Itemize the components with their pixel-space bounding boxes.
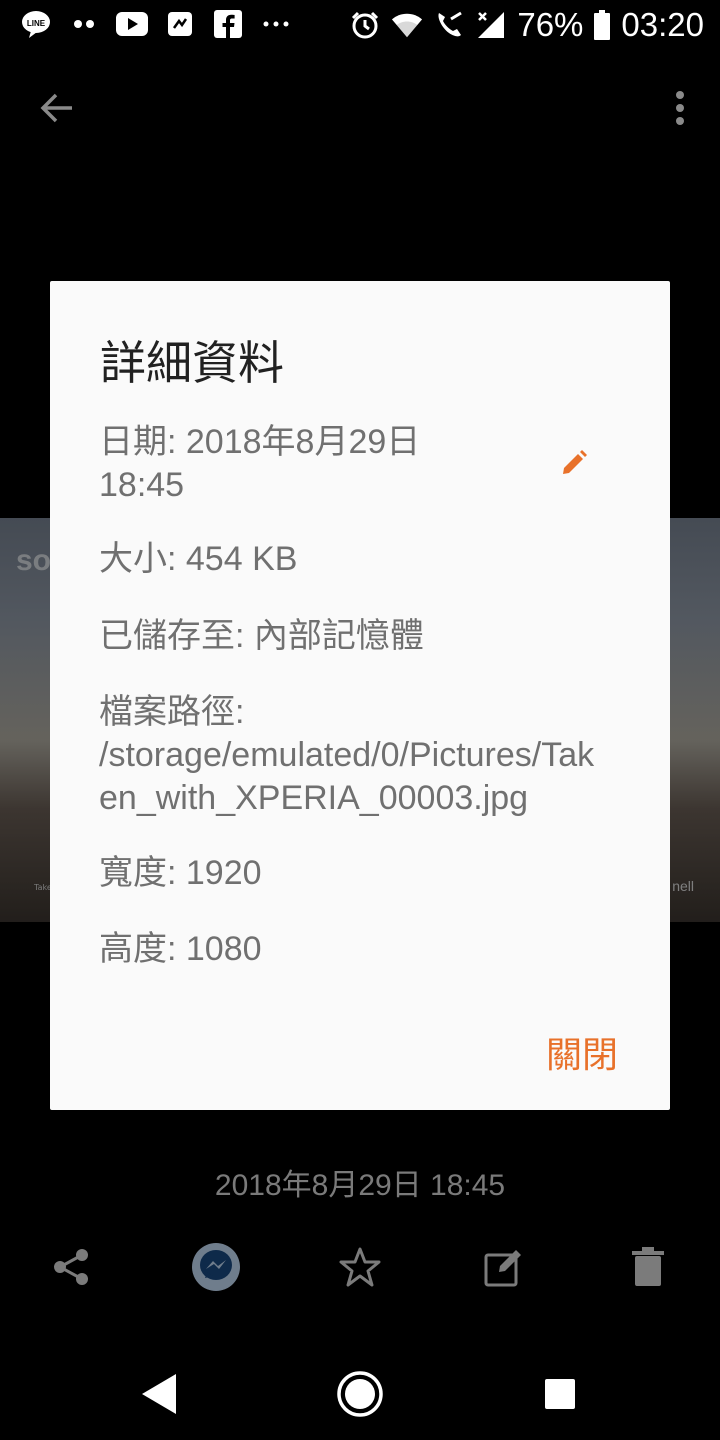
- delete-button[interactable]: [615, 1234, 681, 1300]
- height-detail: 高度: 1080: [99, 930, 262, 968]
- photo-credit: nell: [672, 878, 694, 894]
- photo-date: 2018年8月29日 18:45: [214, 1169, 506, 1202]
- share-icon: [54, 1249, 88, 1285]
- pencil-icon: [563, 450, 587, 474]
- messenger-icon: [192, 1243, 240, 1291]
- width-detail: 寬度: 1920: [99, 854, 262, 892]
- messenger-status-icon: [164, 8, 196, 40]
- date-detail: 日期: 2018年8月29日 18:45: [99, 421, 619, 507]
- back-nav-icon: [142, 1374, 176, 1414]
- size-detail: 大小: 454 KB: [99, 540, 298, 578]
- more-vert-icon: [676, 91, 684, 125]
- wifi-icon: [391, 9, 423, 41]
- recents-nav-icon: [545, 1379, 575, 1409]
- messenger-share-button[interactable]: [183, 1234, 249, 1300]
- photo-overlay-text: so: [16, 544, 52, 577]
- favorite-button[interactable]: [327, 1234, 393, 1300]
- saved-to-detail: 已儲存至: 內部記憶體: [99, 617, 424, 655]
- dots-icon: [68, 8, 100, 40]
- edit-button[interactable]: [471, 1234, 537, 1300]
- home-nav-icon: [337, 1371, 383, 1417]
- date-line-1: 日期: 2018年8月29日: [99, 423, 421, 461]
- delete-icon: [632, 1247, 664, 1286]
- clock: 03:20: [621, 6, 704, 43]
- date-line-2: 18:45: [99, 466, 185, 504]
- line-icon: LINE: [20, 8, 52, 40]
- dialog-title: 詳細資料: [100, 336, 284, 390]
- more-notifications-icon: [260, 8, 292, 40]
- edit-date-button[interactable]: [557, 446, 591, 480]
- nav-home-button[interactable]: [332, 1366, 388, 1422]
- file-path-detail: 檔案路徑: /storage/emulated/0/Pictures/Taken…: [99, 693, 595, 817]
- photo-actions: [0, 1234, 720, 1300]
- battery-icon: [593, 9, 611, 41]
- nav-recents-button[interactable]: [532, 1366, 588, 1422]
- navigation-bar: [0, 1346, 720, 1440]
- star-icon: [339, 1247, 381, 1287]
- youtube-icon: [116, 8, 148, 40]
- nav-back-button[interactable]: [132, 1366, 188, 1422]
- status-bar: LINE 76% 03:20: [0, 0, 720, 52]
- battery-percent: 76%: [517, 6, 584, 43]
- app-bar: [0, 70, 720, 140]
- edit-icon: [484, 1250, 521, 1287]
- back-button[interactable]: [30, 82, 82, 134]
- share-button[interactable]: [38, 1234, 104, 1300]
- svg-text:LINE: LINE: [27, 19, 46, 28]
- alarm-icon: [349, 9, 381, 41]
- arrow-back-icon: [40, 93, 72, 123]
- wifi-calling-icon: [433, 9, 465, 41]
- more-options-button[interactable]: [660, 82, 700, 134]
- close-button[interactable]: 關閉: [546, 1026, 618, 1078]
- facebook-icon: [212, 8, 244, 40]
- details-dialog: 詳細資料 日期: 2018年8月29日 18:45 大小: 454 KB 已儲存…: [50, 281, 670, 1110]
- signal-icon: [475, 9, 507, 41]
